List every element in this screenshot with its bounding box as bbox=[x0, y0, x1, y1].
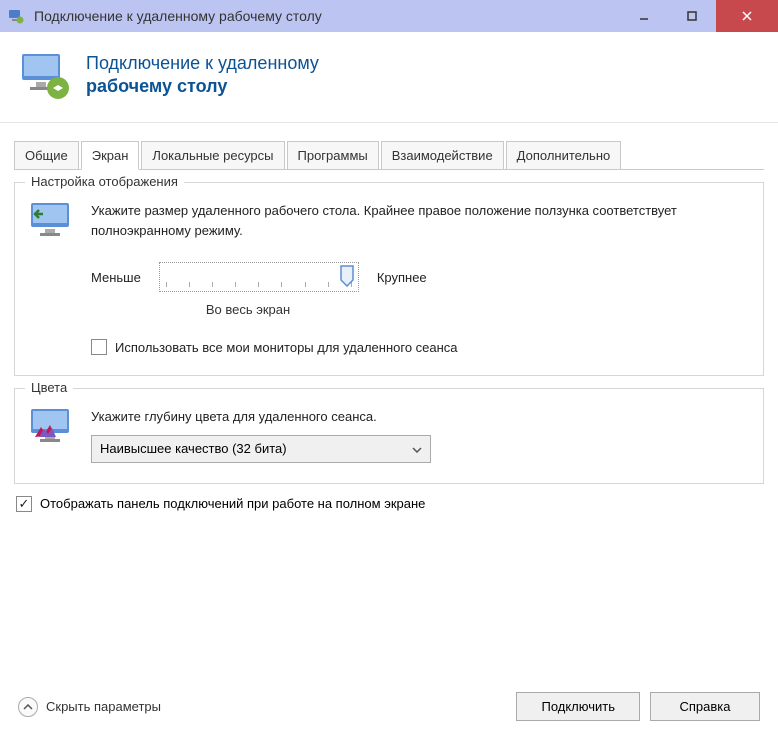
slider-value-caption: Во весь экран bbox=[148, 302, 348, 317]
app-icon bbox=[8, 8, 24, 24]
monitor-colors-icon bbox=[29, 407, 75, 445]
show-connection-bar-label: Отображать панель подключений при работе… bbox=[40, 496, 425, 511]
color-depth-select[interactable]: Наивысшее качество (32 бита) bbox=[91, 435, 431, 463]
hide-options-label: Скрыть параметры bbox=[46, 699, 161, 714]
dialog-title: Подключение к удаленному рабочему столу bbox=[86, 52, 319, 99]
close-button[interactable] bbox=[716, 0, 778, 32]
dialog-header: Подключение к удаленному рабочему столу bbox=[0, 32, 778, 123]
connect-button[interactable]: Подключить bbox=[516, 692, 640, 721]
tab-display[interactable]: Экран bbox=[81, 141, 140, 170]
slider-thumb-icon[interactable] bbox=[340, 265, 354, 290]
window-controls bbox=[620, 0, 778, 32]
show-connection-bar-checkbox[interactable] bbox=[16, 496, 32, 512]
monitor-size-icon bbox=[29, 201, 75, 239]
tab-local-resources[interactable]: Локальные ресурсы bbox=[141, 141, 284, 169]
use-all-monitors-checkbox[interactable] bbox=[91, 339, 107, 355]
chevron-up-icon bbox=[18, 697, 38, 717]
minimize-button[interactable] bbox=[620, 0, 668, 32]
slider-min-label: Меньше bbox=[91, 270, 141, 285]
tabstrip: Общие Экран Локальные ресурсы Программы … bbox=[14, 141, 764, 170]
use-all-monitors-label: Использовать все мои мониторы для удален… bbox=[115, 340, 458, 355]
colors-legend: Цвета bbox=[25, 380, 73, 395]
resolution-slider[interactable] bbox=[159, 262, 359, 292]
dialog-title-line2: рабочему столу bbox=[86, 75, 319, 98]
colors-description: Укажите глубину цвета для удаленного сеа… bbox=[91, 407, 749, 427]
colors-group: Цвета Укажите глубину цвета для удаленно… bbox=[14, 388, 764, 484]
help-button[interactable]: Справка bbox=[650, 692, 760, 721]
window-title: Подключение к удаленному рабочему столу bbox=[34, 8, 620, 24]
display-config-description: Укажите размер удаленного рабочего стола… bbox=[91, 201, 749, 240]
dialog-title-line1: Подключение к удаленному bbox=[86, 52, 319, 75]
tab-panel-display: Настройка отображения Укажите размер уда… bbox=[14, 170, 764, 520]
tab-advanced[interactable]: Дополнительно bbox=[506, 141, 622, 169]
tab-experience[interactable]: Взаимодействие bbox=[381, 141, 504, 169]
color-depth-value: Наивысшее качество (32 бита) bbox=[100, 441, 287, 456]
maximize-button[interactable] bbox=[668, 0, 716, 32]
chevron-down-icon bbox=[412, 441, 422, 456]
rdc-logo-icon bbox=[18, 48, 72, 102]
dialog-footer: Скрыть параметры Подключить Справка bbox=[18, 692, 760, 721]
slider-max-label: Крупнее bbox=[377, 270, 427, 285]
tab-general[interactable]: Общие bbox=[14, 141, 79, 169]
tab-programs[interactable]: Программы bbox=[287, 141, 379, 169]
display-config-group: Настройка отображения Укажите размер уда… bbox=[14, 182, 764, 376]
hide-options-button[interactable]: Скрыть параметры bbox=[18, 697, 161, 717]
display-config-legend: Настройка отображения bbox=[25, 174, 184, 189]
titlebar: Подключение к удаленному рабочему столу bbox=[0, 0, 778, 32]
